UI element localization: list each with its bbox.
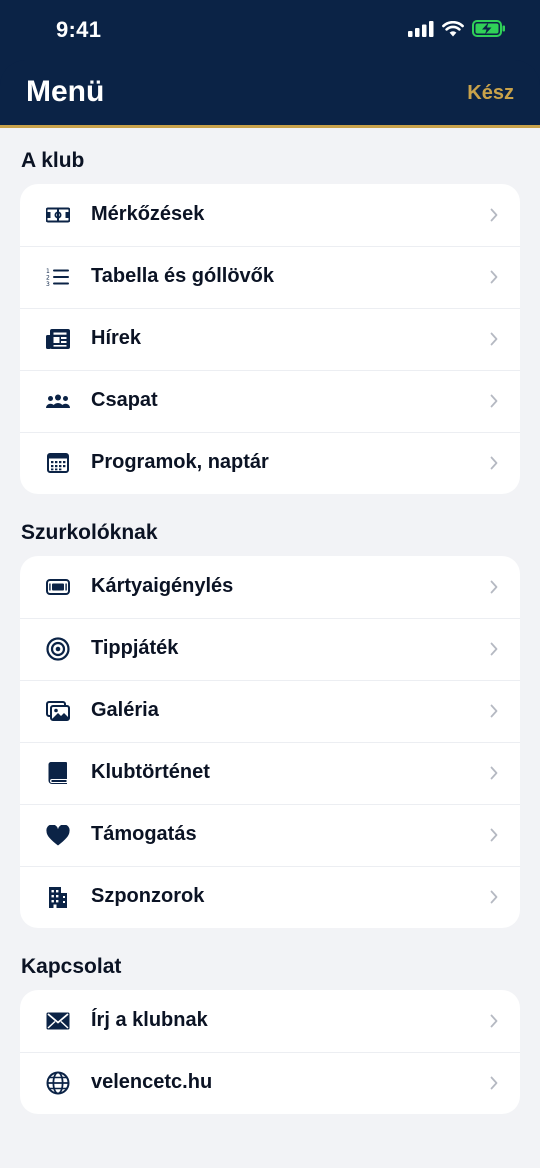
chevron-right-icon (490, 766, 498, 780)
svg-text:3: 3 (46, 281, 50, 287)
menu-item-calendar[interactable]: Programok, naptár (20, 432, 520, 494)
chevron-right-icon (490, 332, 498, 346)
pitch-icon (46, 203, 70, 227)
chevron-right-icon (490, 456, 498, 470)
building-icon (46, 885, 70, 909)
menu-item-gallery[interactable]: Galéria (20, 680, 520, 742)
menu-item-club-history[interactable]: Klubtörténet (20, 742, 520, 804)
wifi-icon (442, 20, 464, 36)
section-title-fans: Szurkolóknak (21, 521, 158, 544)
chevron-right-icon (490, 394, 498, 408)
menu-item-label: velencetc.hu (91, 1071, 213, 1093)
section-card-club: Mérkőzések 1 2 3 Tabella és góllövők Hír… (20, 184, 520, 494)
status-time: 9:41 (56, 17, 102, 42)
menu-screen: 9:41 Menü Kész A klub Mérkőzések 1 2 3 T… (0, 0, 540, 1168)
status-icons (408, 20, 506, 37)
menu-item-write-club[interactable]: Írj a klubnak (20, 990, 520, 1052)
menu-item-label: Írj a klubnak (91, 1009, 208, 1031)
menu-item-label: Mérkőzések (91, 203, 205, 225)
numbered-list-icon: 1 2 3 (46, 265, 70, 289)
done-button[interactable]: Kész (467, 82, 514, 105)
status-bar: 9:41 (0, 0, 540, 60)
menu-item-news[interactable]: Hírek (20, 308, 520, 370)
menu-item-matches[interactable]: Mérkőzések (20, 184, 520, 246)
menu-item-label: Klubtörténet (91, 761, 210, 783)
chevron-right-icon (490, 1014, 498, 1028)
menu-item-label: Csapat (91, 389, 158, 411)
menu-item-website[interactable]: velencetc.hu (20, 1052, 520, 1114)
signal-icon (408, 20, 434, 37)
chevron-right-icon (490, 580, 498, 594)
heart-icon (46, 823, 70, 847)
envelope-icon (46, 1009, 70, 1033)
battery-charging-icon (472, 20, 505, 37)
menu-item-standings[interactable]: 1 2 3 Tabella és góllövők (20, 246, 520, 308)
chevron-right-icon (490, 828, 498, 842)
section-card-contact: Írj a klubnak velencetc.hu (20, 990, 520, 1114)
calendar-icon (46, 451, 70, 475)
ticket-icon (46, 575, 70, 599)
chevron-right-icon (490, 642, 498, 656)
menu-item-label: Kártyaigénylés (91, 575, 234, 597)
team-icon (46, 389, 70, 413)
menu-item-support[interactable]: Támogatás (20, 804, 520, 866)
menu-item-label: Programok, naptár (91, 451, 269, 473)
chevron-right-icon (490, 704, 498, 718)
chevron-right-icon (490, 270, 498, 284)
book-icon (46, 761, 70, 785)
page-title: Menü (26, 75, 105, 108)
newspaper-icon (46, 327, 70, 351)
menu-item-label: Hírek (91, 327, 142, 349)
globe-icon (46, 1071, 70, 1095)
menu-item-label: Tippjáték (91, 637, 179, 659)
section-title-contact: Kapcsolat (21, 955, 122, 978)
chevron-right-icon (490, 890, 498, 904)
menu-item-label: Szponzorok (91, 885, 205, 907)
gallery-icon (46, 699, 70, 723)
menu-item-team[interactable]: Csapat (20, 370, 520, 432)
section-title-club: A klub (21, 149, 85, 172)
menu-item-label: Galéria (91, 699, 159, 721)
menu-item-card-request[interactable]: Kártyaigénylés (20, 556, 520, 618)
menu-item-label: Tabella és góllövők (91, 265, 275, 287)
nav-header: Menü Kész (0, 60, 540, 128)
section-card-fans: Kártyaigénylés Tippjáték Galéria Klubtör… (20, 556, 520, 928)
menu-item-label: Támogatás (91, 823, 197, 845)
target-icon (46, 637, 70, 661)
top-area: 9:41 Menü Kész (0, 0, 540, 128)
chevron-right-icon (490, 208, 498, 222)
chevron-right-icon (490, 1076, 498, 1090)
menu-item-sponsors[interactable]: Szponzorok (20, 866, 520, 928)
menu-item-tip-game[interactable]: Tippjáték (20, 618, 520, 680)
